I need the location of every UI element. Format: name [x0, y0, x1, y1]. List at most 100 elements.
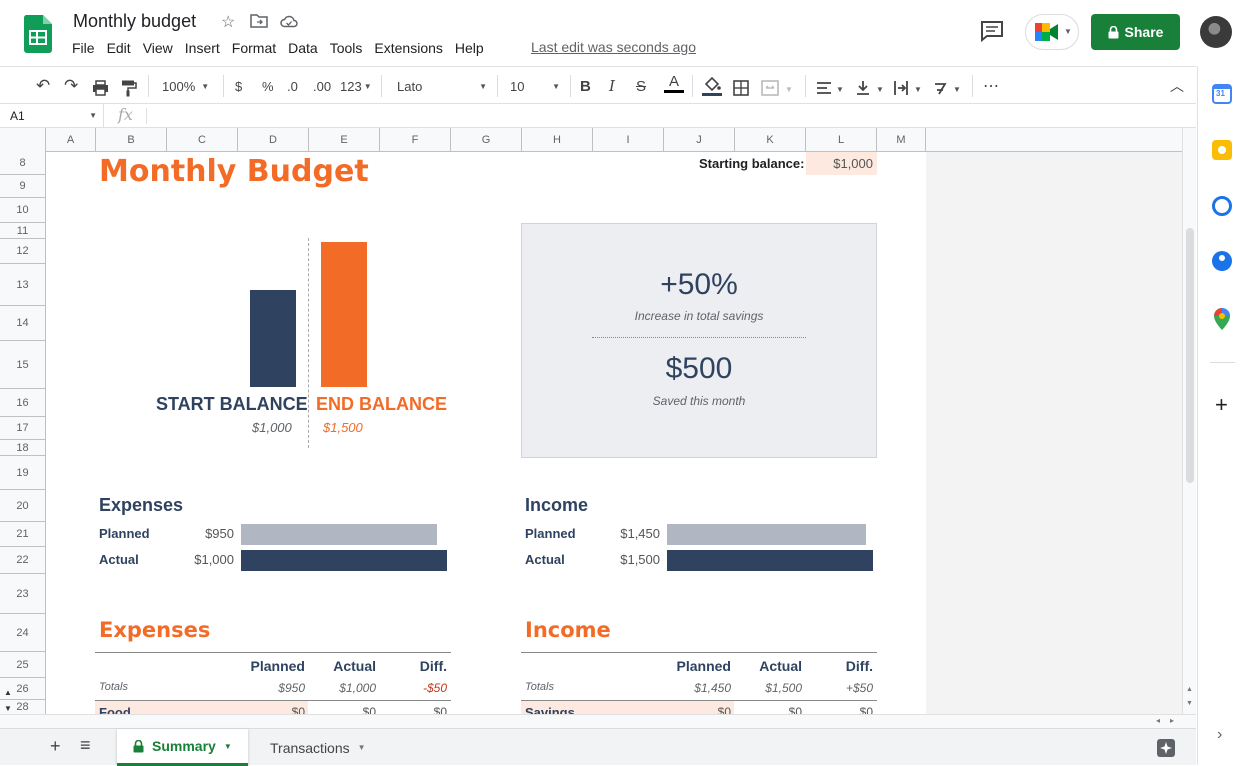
comment-icon[interactable] — [979, 18, 1005, 44]
decrease-decimal-button[interactable]: .0 — [287, 75, 298, 97]
redo-icon[interactable]: ↷ — [64, 75, 78, 97]
spreadsheet-grid[interactable]: A B C D E F G H I J K L M 8 9 10 11 12 1… — [0, 128, 1182, 714]
tasks-icon[interactable] — [1212, 196, 1232, 216]
menu-data[interactable]: Data — [282, 39, 324, 59]
row-header[interactable]: 10 — [0, 198, 46, 223]
column-header[interactable]: K — [735, 128, 806, 152]
row-header[interactable]: 21 — [0, 522, 46, 547]
add-addon-icon[interactable]: + — [1215, 392, 1228, 418]
strikethrough-button[interactable]: S — [636, 75, 646, 97]
row-header[interactable]: 24 — [0, 614, 46, 652]
menu-edit[interactable]: Edit — [101, 39, 137, 59]
row-header[interactable]: 15 — [0, 341, 46, 389]
row-header[interactable]: 14 — [0, 306, 46, 341]
contacts-icon[interactable] — [1212, 251, 1232, 271]
column-header[interactable]: I — [593, 128, 664, 152]
calendar-icon[interactable]: 31 — [1212, 84, 1232, 104]
share-button[interactable]: Share — [1091, 14, 1180, 50]
scroll-up-icon[interactable]: ▲ — [1186, 686, 1193, 693]
merge-cells-icon[interactable]: ▼ — [761, 77, 793, 99]
income-row-planned[interactable]: $0 — [664, 705, 731, 714]
scroll-right-icon[interactable]: ▸ — [1170, 716, 1174, 725]
column-header[interactable]: L — [806, 128, 877, 152]
last-edit-link[interactable]: Last edit was seconds ago — [531, 39, 696, 55]
expenses-row-actual[interactable]: $0 — [309, 705, 376, 714]
text-color-button[interactable]: A — [664, 73, 684, 95]
zoom-select[interactable]: 100% ▼ — [162, 75, 209, 97]
menu-file[interactable]: File — [72, 39, 101, 59]
scroll-left-icon[interactable]: ◂ — [1156, 716, 1160, 725]
meet-button[interactable]: ▼ — [1025, 14, 1079, 50]
row-header[interactable]: 25 — [0, 652, 46, 678]
row-header[interactable]: 22 — [0, 547, 46, 574]
select-all-corner[interactable] — [0, 128, 46, 152]
percent-format-button[interactable]: % — [262, 75, 274, 97]
sheets-logo-icon[interactable] — [24, 15, 52, 53]
tab-transactions[interactable]: Transactions ▼ — [254, 729, 382, 766]
horizontal-scrollbar[interactable]: ◂ ▸ — [0, 714, 1196, 728]
starting-balance-cell[interactable]: $1,000 — [806, 152, 877, 175]
column-header[interactable]: D — [238, 128, 309, 152]
income-row-actual[interactable]: $0 — [735, 705, 802, 714]
scroll-down-icon[interactable]: ▼ — [1186, 700, 1193, 707]
row-header[interactable]: 23 — [0, 574, 46, 614]
row-header[interactable]: 9 — [0, 175, 46, 198]
column-header[interactable]: H — [522, 128, 593, 152]
avatar[interactable] — [1200, 16, 1232, 48]
column-header[interactable]: J — [664, 128, 735, 152]
number-format-select[interactable]: 123 ▼ — [340, 75, 372, 97]
menu-view[interactable]: View — [137, 39, 179, 59]
income-row-diff[interactable]: $0 — [806, 705, 873, 714]
tab-summary[interactable]: Summary ▼ — [117, 729, 248, 766]
font-size-select[interactable]: 10 ▼ — [510, 75, 560, 97]
star-icon[interactable]: ☆ — [221, 12, 235, 32]
row-header[interactable]: 8 — [0, 152, 46, 175]
name-box[interactable]: A1 ▼ — [0, 104, 104, 127]
fill-color-icon[interactable] — [702, 75, 722, 97]
undo-icon[interactable]: ↶ — [36, 75, 50, 97]
add-sheet-icon[interactable]: + — [50, 736, 61, 757]
italic-button[interactable]: I — [609, 75, 615, 97]
text-rotation-icon[interactable]: ▼ — [933, 77, 963, 99]
row-header[interactable]: 18 — [0, 440, 46, 456]
expenses-row-planned[interactable]: $0 — [238, 705, 305, 714]
row-header[interactable]: 20 — [0, 490, 46, 522]
folder-move-icon[interactable] — [250, 13, 268, 29]
borders-icon[interactable] — [733, 77, 749, 99]
vertical-scrollbar[interactable]: ▲ ▼ — [1182, 128, 1196, 714]
income-row-category[interactable]: Savings — [525, 705, 575, 714]
vertical-scroll-thumb[interactable] — [1186, 228, 1194, 483]
column-header[interactable]: A — [46, 128, 96, 152]
expenses-row-category[interactable]: Food — [99, 705, 131, 714]
row-header[interactable]: 12 — [0, 239, 46, 264]
formula-input[interactable] — [150, 104, 1190, 127]
text-wrap-icon[interactable]: ▼ — [894, 77, 924, 99]
increase-decimal-button[interactable]: .00 — [313, 75, 331, 97]
keep-icon[interactable] — [1212, 140, 1232, 160]
explore-icon[interactable] — [1157, 739, 1175, 757]
maps-icon[interactable] — [1213, 308, 1231, 330]
paint-format-icon[interactable] — [121, 77, 137, 99]
print-icon[interactable] — [92, 77, 109, 99]
collapse-toolbar-icon[interactable]: ︿ — [1170, 75, 1184, 97]
column-header[interactable]: F — [380, 128, 451, 152]
currency-format-button[interactable]: $ — [235, 75, 242, 97]
expenses-row-diff[interactable]: $0 — [380, 705, 447, 714]
row-header[interactable]: 16 — [0, 389, 46, 417]
expand-panel-icon[interactable]: › — [1217, 726, 1222, 744]
menu-format[interactable]: Format — [226, 39, 282, 59]
font-family-select[interactable]: Lato ▼ — [397, 75, 487, 97]
menu-insert[interactable]: Insert — [179, 39, 226, 59]
cloud-status-icon[interactable] — [280, 14, 298, 28]
vertical-align-icon[interactable]: ▼ — [856, 77, 886, 99]
row-group-down-icon[interactable]: ▼ — [4, 704, 12, 713]
column-header[interactable]: B — [96, 128, 167, 152]
column-header[interactable]: M — [877, 128, 926, 152]
menu-extensions[interactable]: Extensions — [368, 39, 448, 59]
all-sheets-icon[interactable]: ≡ — [80, 735, 91, 756]
row-header[interactable]: 13 — [0, 264, 46, 306]
row-header[interactable]: 19 — [0, 456, 46, 490]
align-left-icon[interactable]: ▼ — [816, 77, 846, 99]
row-header[interactable]: 17 — [0, 417, 46, 440]
menu-tools[interactable]: Tools — [324, 39, 369, 59]
